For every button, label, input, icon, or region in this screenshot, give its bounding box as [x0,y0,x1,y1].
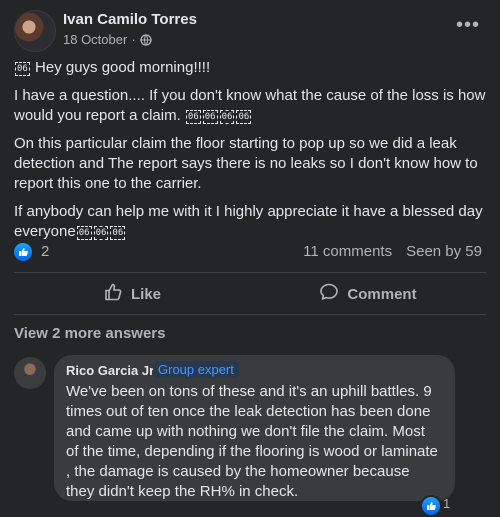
group-expert-badge: Group expert [153,361,239,378]
post-body: 06 Hey guys good morning!!!! I have a qu… [14,58,486,250]
commenter-name[interactable]: Rico Garcia Jr. [66,363,157,378]
missing-emoji-glyph: 06 [15,62,30,76]
comment-button[interactable]: Comment [250,275,486,313]
view-more-answers-link[interactable]: View 2 more answers [14,325,165,342]
missing-emoji-glyph: 06 [236,110,252,124]
post-date[interactable]: 18 October [63,32,127,47]
comment-reaction-count[interactable]: 1 [443,496,450,511]
author-avatar[interactable] [14,10,56,52]
post-paragraph-4: If anybody can help me with it I highly … [14,203,483,240]
post-paragraph-2: I have a question.... If you don't know … [14,87,486,124]
post-paragraph-3: On this particular claim the floor start… [14,135,478,192]
meta-separator: · [131,32,136,47]
post-stats: 2 11 comments Seen by 59 [14,242,486,264]
post-meta: 18 October · [63,32,152,47]
reaction-count[interactable]: 2 [41,243,49,260]
comments-count[interactable]: 11 comments [303,243,392,260]
post-paragraph-1: 06 Hey guys good morning!!!! [15,59,211,76]
comment-text: We've been on tons of these and it's an … [66,383,438,500]
author-name[interactable]: Ivan Camilo Torres [63,11,197,28]
post-actions: Like Comment [14,275,486,313]
comment-bubble: Rico Garcia Jr. Group expert We've been … [54,355,455,501]
divider [14,272,486,273]
like-button[interactable]: Like [14,275,250,313]
comment-icon [319,282,339,306]
more-options-icon[interactable]: ••• [456,15,480,35]
comment-label: Comment [347,285,417,303]
commenter-avatar[interactable] [14,357,46,389]
like-outline-icon [103,282,123,306]
stats-right: 11 comments Seen by 59 [303,243,482,260]
post-header: Ivan Camilo Torres 18 October · ••• [14,10,486,52]
like-reaction-icon[interactable] [14,243,32,261]
seen-by-count[interactable]: Seen by 59 [406,243,482,260]
facebook-post: Ivan Camilo Torres 18 October · ••• 06 H… [0,0,500,517]
missing-emoji-glyph: 06 [202,110,218,124]
missing-emoji-glyph: 06 [93,226,109,240]
missing-emoji-glyph: 06 [219,110,235,124]
divider [14,314,486,315]
missing-emoji-glyph: 06 [76,226,92,240]
missing-emoji-glyph: 06 [110,226,126,240]
missing-emoji-glyph: 06 [185,110,201,124]
globe-icon [140,33,152,46]
like-reaction-icon[interactable] [420,495,442,517]
like-label: Like [130,285,161,303]
